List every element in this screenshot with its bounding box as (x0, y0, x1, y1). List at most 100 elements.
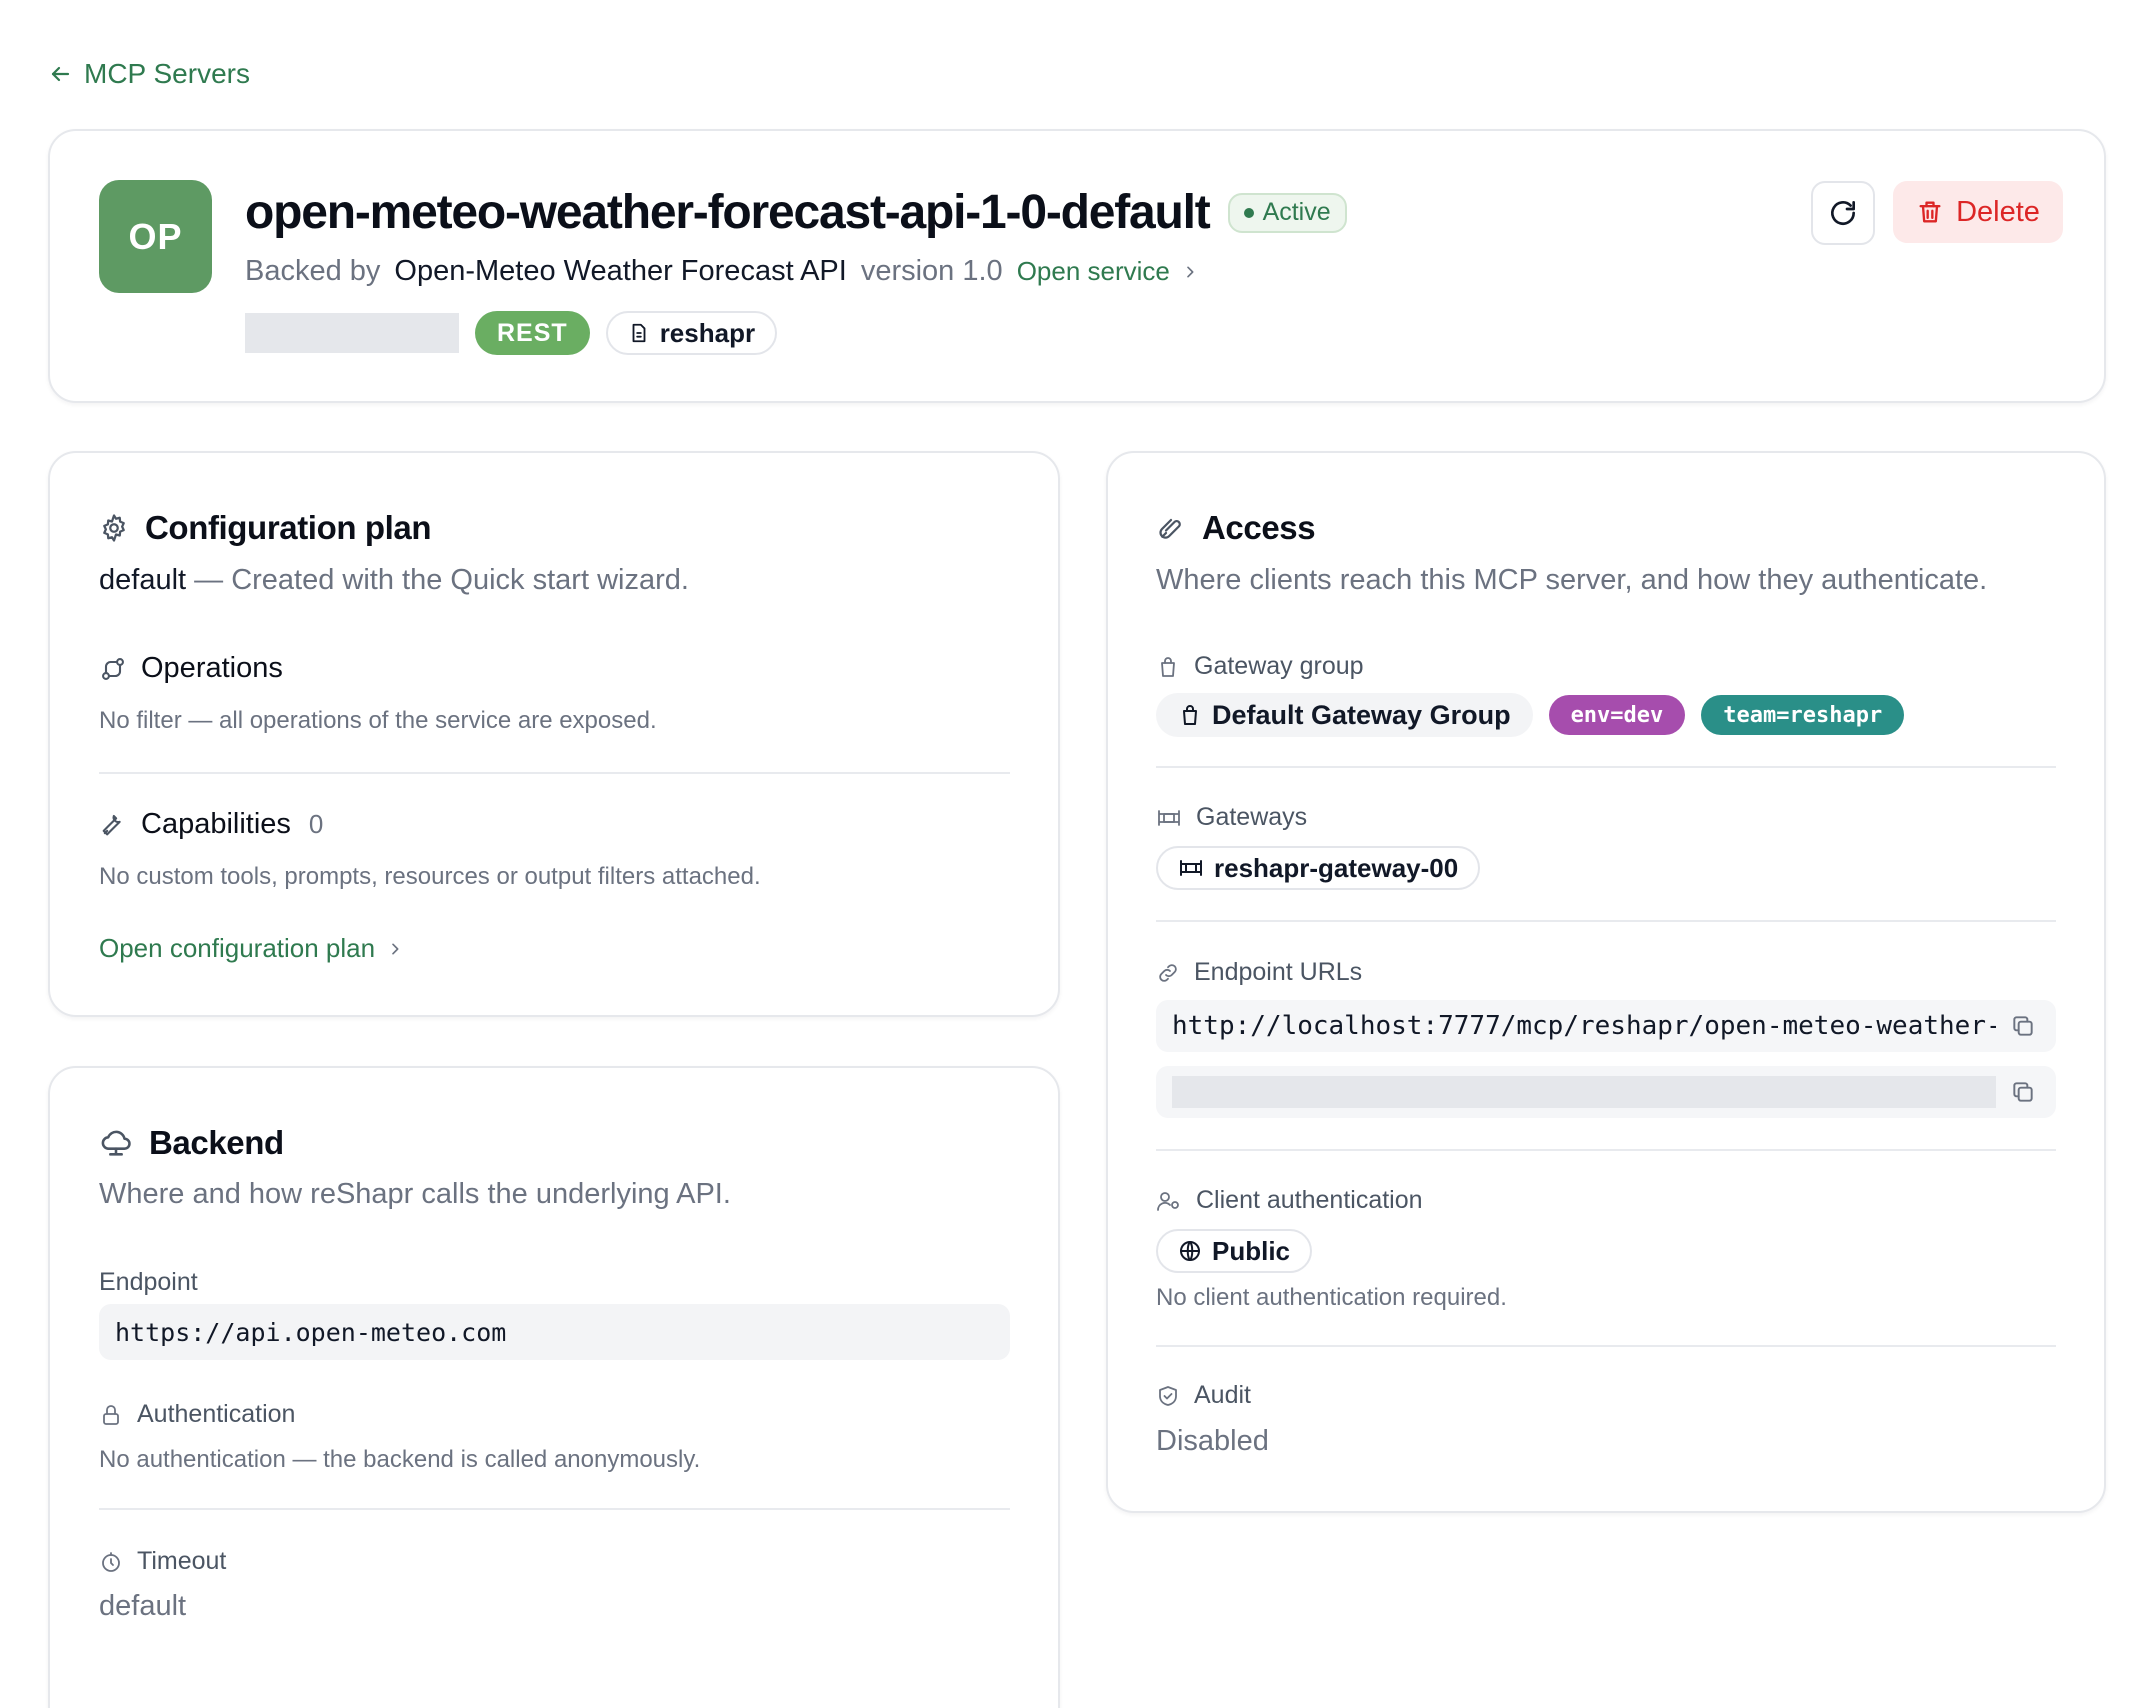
endpoint-url[interactable]: http://localhost:7777/mcp/reshapr/open-m… (1172, 1011, 1996, 1041)
capabilities-count: 0 (308, 809, 324, 839)
authentication-heading: Authentication (99, 1400, 1010, 1429)
redacted-placeholder (245, 313, 459, 353)
capabilities-text: No custom tools, prompts, resources or o… (99, 863, 761, 890)
shopping-bag-icon (1183, 705, 1197, 725)
configuration-plan-card: Configuration plan default — Created wit… (48, 451, 1060, 1017)
copy-icon (2013, 1082, 2033, 1102)
authentication-label: Authentication (137, 1400, 296, 1428)
audit-heading: Audit (1156, 1381, 2056, 1410)
owner-pill: reshapr (605, 311, 778, 355)
timeout-label: Timeout (137, 1547, 227, 1575)
copy-icon (2013, 1016, 2033, 1036)
operations-icon (102, 657, 124, 680)
divider (99, 1508, 1010, 1510)
cloud-icon (101, 1130, 131, 1156)
endpoint-urls-heading: Endpoint URLs (1156, 958, 2056, 987)
paperclip-icon (1159, 518, 1181, 539)
backed-by-row: Backed by Open-Meteo Weather Forecast AP… (245, 255, 1198, 288)
refresh-icon (1831, 201, 1855, 225)
chevron-right-icon (392, 943, 399, 954)
owner-name: reshapr (659, 317, 756, 348)
copy-url-button[interactable] (2006, 1075, 2040, 1109)
operations-text: No filter — all operations of the servic… (99, 707, 657, 734)
timer-icon (102, 1551, 120, 1572)
chevron-right-icon (1187, 266, 1194, 277)
users-icon (1157, 1191, 1179, 1211)
gateway-pill[interactable]: reshapr-gateway-00 (1156, 846, 1481, 890)
copy-url-button[interactable] (2006, 1009, 2040, 1043)
tag-row: REST reshapr (245, 311, 778, 355)
back-link-label: MCP Servers (84, 58, 250, 89)
gateways-label: Gateways (1196, 803, 1308, 831)
service-version: version 1.0 (860, 255, 1003, 287)
gear-icon (103, 514, 125, 542)
open-service-link[interactable]: Open service (1017, 256, 1198, 287)
backend-heading: Backend (99, 1124, 1010, 1162)
audit-label: Audit (1194, 1381, 1251, 1409)
redacted-placeholder (1172, 1076, 1996, 1108)
gateways-heading: Gateways (1156, 803, 2056, 832)
protocol-badge: REST (475, 311, 590, 355)
config-plan-title: Configuration plan (145, 509, 432, 546)
client-auth-mode: Public (1212, 1235, 1291, 1266)
shield-check-icon (1159, 1385, 1177, 1406)
backed-by-label: Backed by (245, 255, 381, 287)
backend-card: Backend Where and how reShapr calls the … (48, 1066, 1060, 1708)
operations-heading: Operations (99, 652, 1010, 685)
operations-title: Operations (141, 652, 283, 684)
endpoint-urls-label: Endpoint URLs (1194, 958, 1363, 986)
access-heading: Access (1156, 509, 2056, 547)
backend-description: Where and how reShapr calls the underlyi… (99, 1178, 731, 1210)
open-service-label: Open service (1016, 256, 1170, 286)
link-icon (1159, 963, 1177, 982)
gateway-group-name: Default Gateway Group (1212, 699, 1511, 730)
divider (1156, 920, 2056, 922)
trash-icon (1919, 201, 1941, 223)
lock-icon (103, 1404, 119, 1425)
config-plan-summary: default — Created with the Quick start w… (99, 564, 1010, 597)
client-auth-text: No client authentication required. (1156, 1284, 1507, 1311)
server-avatar: OP (99, 180, 212, 293)
endpoint-url-row: http://localhost:7777/mcp/reshapr/open-m… (1156, 1000, 2056, 1052)
divider (1156, 766, 2056, 768)
endpoint-label: Endpoint (99, 1268, 198, 1296)
divider (1156, 1345, 2056, 1347)
config-plan-name: default (99, 564, 187, 596)
gateway-name: reshapr-gateway-00 (1214, 852, 1459, 883)
gateway-icon (1158, 809, 1180, 826)
backend-endpoint-field[interactable]: https://api.open-meteo.com (99, 1304, 1010, 1360)
open-config-plan-label: Open configuration plan (99, 933, 376, 963)
status-badge: Active (1227, 192, 1347, 233)
globe-icon (1180, 1241, 1200, 1261)
server-header-card: OP open-meteo-weather-forecast-api-1-0-d… (48, 129, 2106, 403)
refresh-button[interactable] (1811, 181, 1875, 245)
authentication-text: No authentication — the backend is calle… (99, 1446, 701, 1473)
client-auth-heading: Client authentication (1156, 1186, 2056, 1215)
divider (1156, 1149, 2056, 1151)
audit-value: Disabled (1156, 1425, 1269, 1457)
gateway-group-label: Gateway group (1194, 652, 1364, 680)
gateway-group-heading: Gateway group (1156, 652, 2056, 681)
status-dot (1243, 207, 1254, 218)
arrow-left-icon (51, 66, 70, 82)
access-card: Access Where clients reach this MCP serv… (1106, 451, 2106, 1513)
access-title: Access (1202, 509, 1316, 546)
gateway-group-pill[interactable]: Default Gateway Group (1156, 693, 1533, 737)
document-icon (632, 323, 646, 343)
gateway-group-row: Default Gateway Group env=dev team=resha… (1156, 693, 2056, 737)
capabilities-title: Capabilities (141, 808, 291, 840)
label-badge: env=dev (1548, 695, 1686, 735)
backend-title: Backend (149, 1124, 284, 1161)
shopping-bag-icon (1161, 656, 1175, 677)
open-config-plan-link[interactable]: Open configuration plan (99, 933, 403, 964)
status-label: Active (1262, 198, 1331, 226)
delete-button[interactable]: Delete (1893, 181, 2063, 243)
divider (99, 772, 1010, 774)
wrench-icon (102, 814, 121, 835)
client-auth-pill: Public (1156, 1229, 1313, 1273)
client-auth-label: Client authentication (1196, 1186, 1423, 1214)
gateway-icon (1180, 860, 1202, 876)
back-link[interactable]: MCP Servers (48, 58, 250, 90)
config-plan-heading: Configuration plan (99, 509, 1010, 547)
access-description: Where clients reach this MCP server, and… (1156, 564, 1988, 596)
